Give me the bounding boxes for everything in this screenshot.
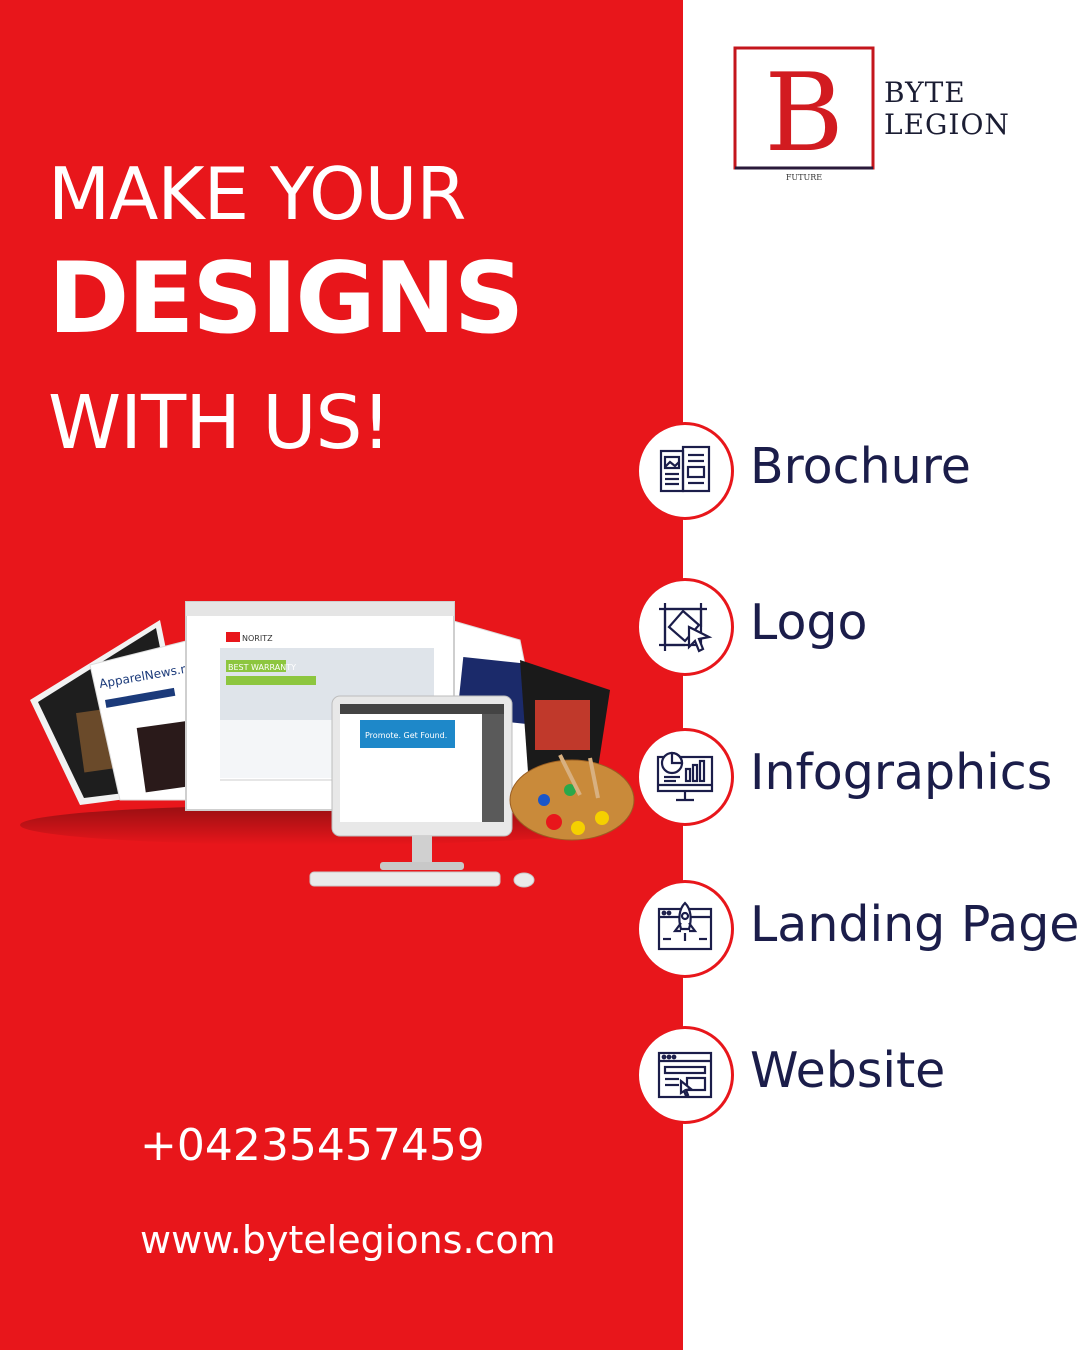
svg-text:NORITZ: NORITZ: [242, 634, 273, 643]
headline-line-3: WITH US!: [48, 380, 391, 466]
headline-line-1: MAKE YOUR: [48, 152, 466, 236]
service-label: Website: [750, 1042, 946, 1099]
svg-text:Promote. Get Found.: Promote. Get Found.: [365, 731, 447, 740]
brand-name-line-1: BYTE: [884, 76, 966, 109]
hero-illustration: ApparelNews.net NORITZ BEST WARRANTY Pro…: [20, 590, 640, 905]
landing-page-icon: [636, 880, 734, 978]
brand-logo: B FUTURE: [733, 46, 875, 191]
brochure-icon: [636, 422, 734, 520]
service-label: Infographics: [750, 744, 1053, 801]
headline-line-2: DESIGNS: [48, 242, 524, 356]
service-label: Brochure: [750, 438, 971, 495]
logo-tagline: FUTURE: [786, 173, 822, 182]
phone-number: +04235457459: [140, 1120, 485, 1171]
svg-text:BEST WARRANTY: BEST WARRANTY: [228, 663, 296, 672]
brand-name-line-2: LEGION: [884, 108, 1010, 141]
service-label: Landing Page: [750, 896, 1080, 953]
logo-letter: B: [764, 51, 843, 176]
infographics-icon: [636, 728, 734, 826]
logo-design-icon: [636, 578, 734, 676]
service-label: Logo: [750, 594, 868, 651]
website-icon: [636, 1026, 734, 1124]
website-url: www.bytelegions.com: [140, 1218, 556, 1262]
